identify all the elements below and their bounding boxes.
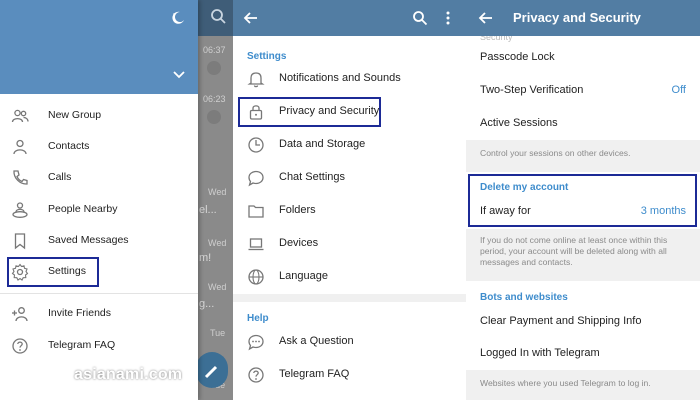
globe-icon: [248, 269, 264, 285]
watermark-text: asianami.com: [74, 366, 183, 383]
drawer-item-label: Saved Messages: [48, 234, 129, 246]
settings-item-chat-settings[interactable]: Chat Settings: [233, 162, 466, 194]
unread-badge: [207, 110, 221, 124]
logged-in-telegram-row[interactable]: Logged In with Telegram: [466, 338, 700, 370]
drawer-item-telegram-faq[interactable]: Telegram FAQ: [0, 331, 198, 361]
settings-item-data-storage[interactable]: Data and Storage: [233, 129, 466, 161]
back-arrow-icon[interactable]: [243, 10, 259, 26]
settings-item-ask-question[interactable]: Ask a Question: [233, 326, 466, 358]
chat-list-header: [198, 0, 233, 36]
settings-item-label: Notifications and Sounds: [279, 72, 401, 84]
chat-snippet: m!: [199, 252, 212, 264]
bell-icon: [247, 72, 265, 88]
row-value: Off: [671, 84, 686, 96]
clear-payment-row[interactable]: Clear Payment and Shipping Info: [466, 306, 700, 338]
settings-item-label: Telegram FAQ: [279, 368, 350, 380]
highlight-delete-account: [468, 174, 697, 227]
drawer-item-label: Telegram FAQ: [48, 339, 116, 351]
phone-icon: [13, 170, 28, 185]
settings-item-notifications[interactable]: Notifications and Sounds: [233, 63, 466, 95]
unread-badge: [207, 61, 221, 75]
sessions-note: Control your sessions on other devices.: [466, 140, 700, 172]
bookmark-icon: [14, 233, 26, 250]
row-label: Logged In with Telegram: [480, 347, 600, 359]
drawer-item-invite-friends[interactable]: Invite Friends: [0, 299, 198, 329]
speech-dots-icon: [248, 334, 264, 351]
settings-item-label: Folders: [279, 204, 316, 216]
page-title: Privacy and Security: [513, 10, 641, 25]
drawer-item-label: Calls: [48, 171, 72, 183]
drawer-item-contacts[interactable]: Contacts: [0, 132, 198, 162]
people-nearby-icon: [12, 202, 28, 218]
navigation-drawer: New Group Contacts Calls People Nearby S…: [0, 0, 198, 400]
night-mode-icon[interactable]: [171, 11, 185, 25]
chat-snippet: el...: [199, 204, 217, 216]
privacy-header: Privacy and Security: [466, 0, 700, 36]
person-icon: [13, 139, 27, 155]
compose-button[interactable]: [196, 352, 228, 388]
settings-item-devices[interactable]: Devices: [233, 228, 466, 260]
chat-time: Wed: [208, 238, 227, 248]
drawer-header: [0, 0, 198, 94]
laptop-icon: [248, 238, 264, 251]
settings-item-language[interactable]: Language: [233, 261, 466, 293]
settings-item-label: Data and Storage: [279, 138, 366, 150]
chat-snippet: g...: [199, 298, 215, 310]
drawer-panel: 06:37 06:23 Wed el... Wed m! Wed g... Tu…: [0, 0, 233, 400]
drawer-item-label: Contacts: [48, 140, 90, 152]
chat-time: 06:37: [203, 45, 226, 55]
drawer-item-new-group[interactable]: New Group: [0, 101, 198, 131]
settings-item-telegram-faq[interactable]: Telegram FAQ: [233, 359, 466, 391]
drawer-item-saved-messages[interactable]: Saved Messages: [0, 226, 198, 256]
folder-icon: [248, 205, 264, 218]
settings-item-label: Devices: [279, 237, 319, 249]
row-label: Clear Payment and Shipping Info: [480, 315, 642, 327]
people-icon: [11, 109, 29, 123]
add-person-icon: [12, 307, 28, 322]
highlight-settings: [7, 257, 99, 287]
drawer-item-label: People Nearby: [48, 203, 118, 215]
section-title-help: Help: [247, 313, 269, 324]
passcode-lock-row[interactable]: Passcode Lock: [466, 42, 700, 74]
highlight-privacy: [238, 97, 381, 127]
delete-account-note: If you do not come online at least once …: [466, 229, 700, 281]
chat-bubble-icon: [248, 170, 264, 187]
section-title-bots-websites: Bots and websites: [480, 292, 568, 303]
row-label: Passcode Lock: [480, 51, 555, 63]
settings-item-folders[interactable]: Folders: [233, 195, 466, 227]
settings-item-label: Language: [279, 270, 328, 282]
settings-item-label: Ask a Question: [279, 335, 354, 347]
chat-time: Wed: [208, 282, 227, 292]
search-icon[interactable]: [412, 10, 428, 26]
privacy-panel: Security Passcode Lock Two-Step Verifica…: [466, 0, 700, 400]
drawer-item-label: Invite Friends: [48, 307, 112, 319]
section-title-settings: Settings: [247, 51, 287, 62]
chat-time: Wed: [208, 187, 227, 197]
search-icon: [211, 9, 226, 24]
drawer-item-calls[interactable]: Calls: [0, 163, 198, 193]
drawer-divider: [0, 293, 198, 294]
more-vertical-icon[interactable]: [444, 10, 452, 26]
websites-note: Websites where you used Telegram to log …: [466, 370, 700, 400]
active-sessions-row[interactable]: Active Sessions: [466, 108, 700, 140]
two-step-verification-row[interactable]: Two-Step Verification Off: [466, 75, 700, 107]
chevron-down-icon[interactable]: [172, 68, 186, 82]
drawer-item-label: New Group: [48, 109, 102, 121]
row-label: Two-Step Verification: [480, 84, 584, 96]
back-arrow-icon[interactable]: [478, 10, 494, 26]
help-icon: [248, 367, 264, 383]
pencil-icon: [204, 365, 218, 379]
settings-item-label: Chat Settings: [279, 171, 346, 183]
clock-icon: [248, 137, 264, 153]
help-icon: [12, 338, 28, 354]
chat-time: Tue: [210, 328, 226, 338]
row-label: Active Sessions: [480, 117, 558, 129]
drawer-item-people-nearby[interactable]: People Nearby: [0, 195, 198, 225]
section-gap: [233, 294, 466, 302]
chat-time: 06:23: [203, 94, 226, 104]
settings-header: [233, 0, 466, 36]
settings-panel: Settings Notifications and Sounds Privac…: [233, 0, 466, 400]
